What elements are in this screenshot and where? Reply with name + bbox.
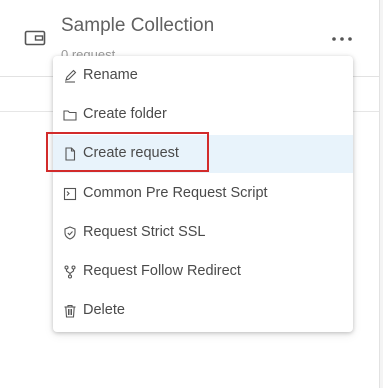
more-horizontal-icon bbox=[326, 37, 358, 56]
menu-item-label: Delete bbox=[83, 302, 125, 318]
menu-item-label: Create folder bbox=[83, 106, 167, 122]
menu-item-label: Rename bbox=[83, 67, 138, 83]
menu-item-label: Create request bbox=[83, 145, 179, 161]
menu-item-label: Request Strict SSL bbox=[83, 224, 206, 240]
menu-item-request-strict-ssl[interactable]: Request Strict SSL bbox=[53, 214, 353, 252]
trash-icon bbox=[63, 304, 77, 318]
file-icon bbox=[63, 147, 77, 161]
more-options-button[interactable] bbox=[326, 26, 358, 52]
menu-item-create-folder[interactable]: Create folder bbox=[53, 96, 353, 134]
menu-item-common-pre-request-script[interactable]: Common Pre Request Script bbox=[53, 175, 353, 213]
terminal-icon bbox=[63, 187, 77, 201]
context-menu: Rename Create folder Create request Comm… bbox=[53, 56, 353, 332]
menu-item-label: Request Follow Redirect bbox=[83, 263, 241, 279]
shield-icon bbox=[63, 226, 77, 240]
menu-item-label: Common Pre Request Script bbox=[83, 185, 268, 201]
menu-item-rename[interactable]: Rename bbox=[53, 57, 353, 95]
folder-icon bbox=[63, 108, 77, 122]
menu-item-request-follow-redirect[interactable]: Request Follow Redirect bbox=[53, 253, 353, 291]
menu-item-create-request[interactable]: Create request bbox=[53, 135, 353, 173]
collection-icon bbox=[24, 28, 46, 48]
menu-item-delete[interactable]: Delete bbox=[53, 292, 353, 330]
fork-icon bbox=[63, 265, 77, 279]
collection-title: Sample Collection bbox=[61, 15, 215, 36]
edit-icon bbox=[63, 69, 77, 83]
